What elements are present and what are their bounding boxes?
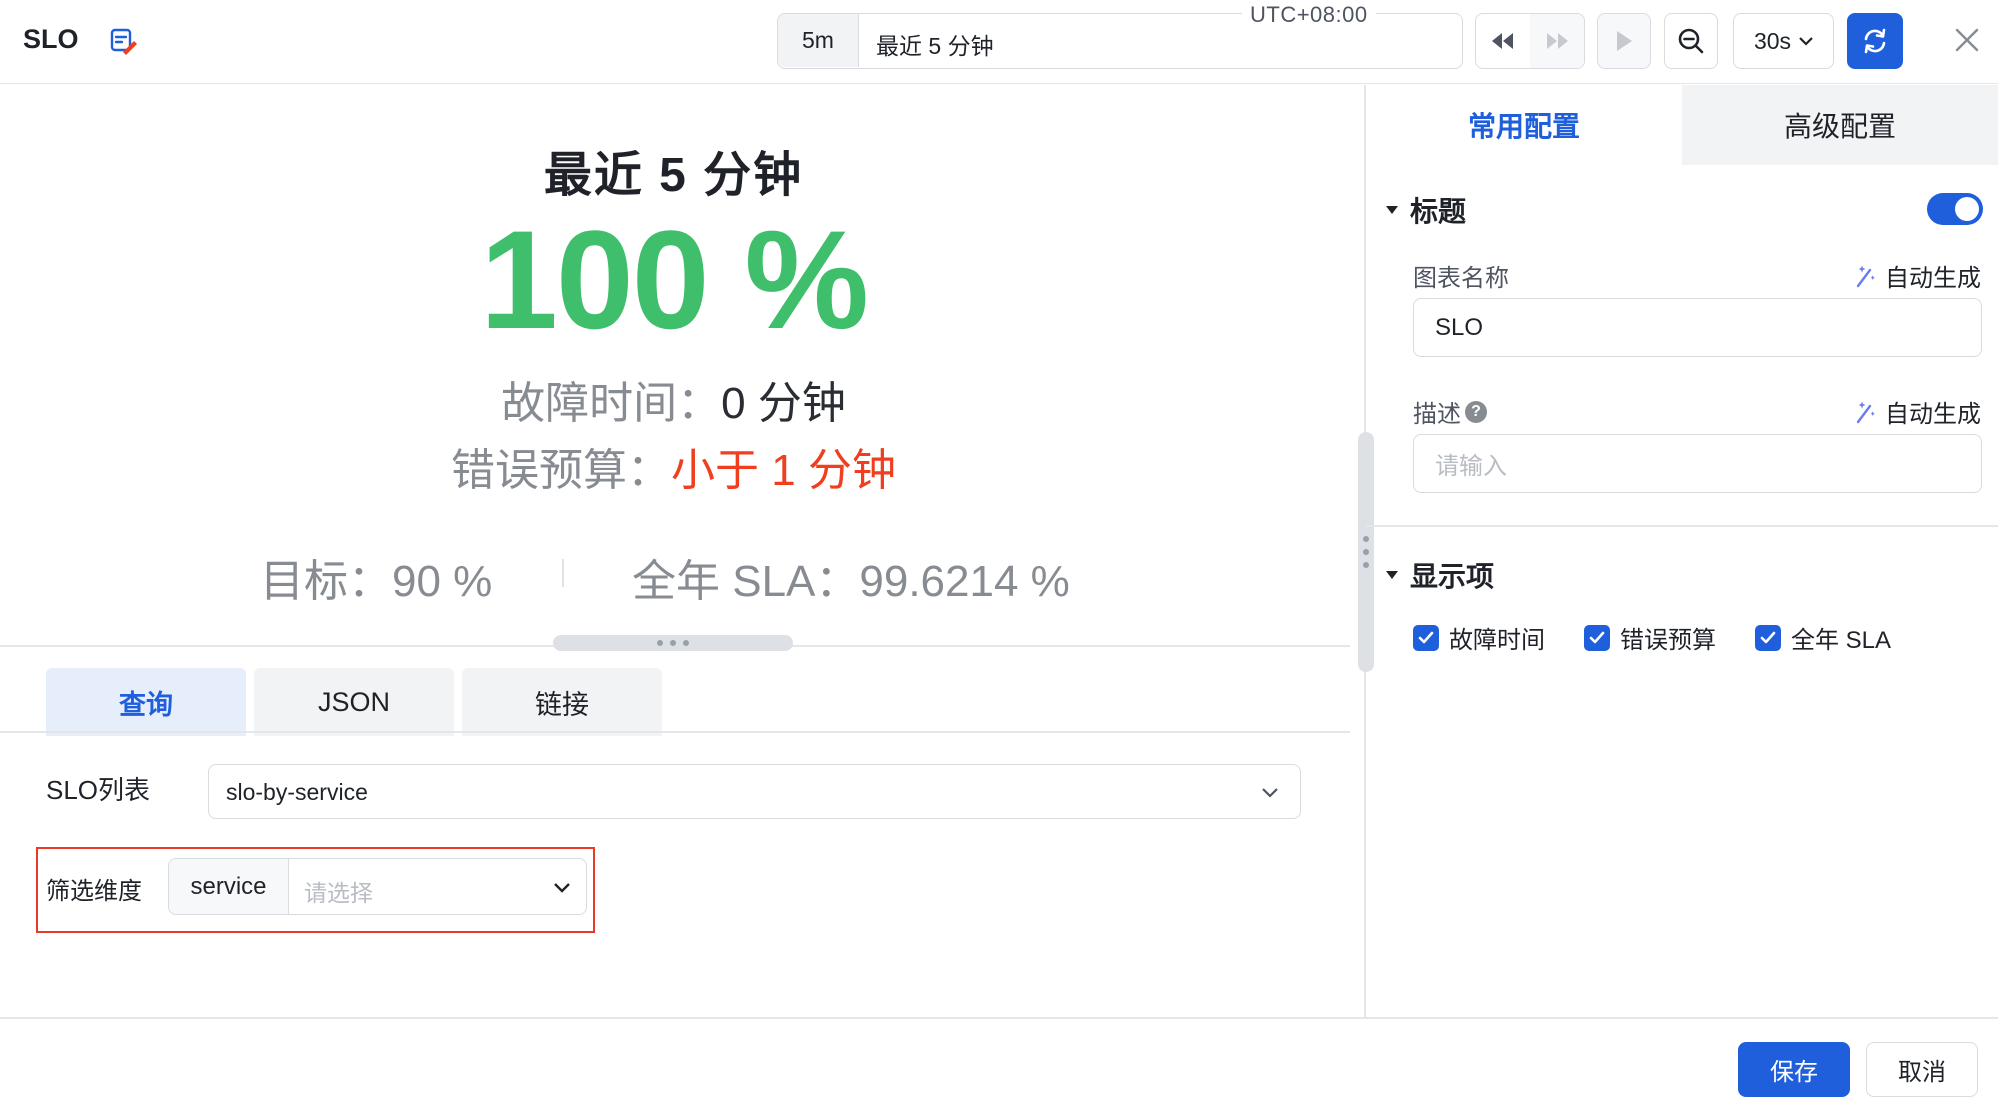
chevron-down-icon: [554, 883, 570, 893]
filter-dimension-placeholder: 请选择: [304, 880, 373, 906]
slo-list-select[interactable]: slo-by-service: [208, 764, 1301, 819]
chart-name-input[interactable]: SLO: [1413, 298, 1982, 357]
error-budget-value: 小于 1 分钟: [671, 446, 896, 495]
config-divider: [1366, 525, 1998, 527]
magic-wand-icon: [1856, 401, 1875, 423]
auto-generate-name-button[interactable]: 自动生成: [1855, 258, 1981, 293]
checkbox-checked-icon: [1413, 624, 1439, 651]
panel-title: SLO: [23, 24, 79, 54]
filter-dimension-label: 筛选维度: [46, 878, 142, 905]
downtime-label: 故障时间：: [501, 379, 722, 428]
checkbox-checked-icon: [1584, 624, 1610, 651]
play-icon[interactable]: [1597, 13, 1651, 69]
description-input[interactable]: 请输入: [1413, 434, 1982, 493]
refresh-button[interactable]: [1847, 13, 1903, 69]
stat-divider: [562, 559, 564, 587]
tabs-divider: [0, 731, 1350, 733]
downtime-value: 0 分钟: [721, 379, 846, 428]
close-icon[interactable]: [1954, 27, 1980, 53]
checkbox-label: 全年 SLA: [1791, 627, 1892, 654]
target-value: 90 %: [392, 557, 493, 606]
auto-generate-label: 自动生成: [1885, 265, 1981, 292]
checkbox-error-budget[interactable]: 错误预算: [1584, 620, 1716, 655]
checkbox-checked-icon: [1755, 624, 1781, 651]
resize-handle-vertical[interactable]: [1358, 432, 1374, 672]
display-section-heading: 显示项: [1410, 561, 1495, 592]
dashboard-edit-icon[interactable]: [108, 26, 138, 56]
magic-wand-icon: [1856, 265, 1875, 287]
zoom-out-icon[interactable]: [1664, 13, 1718, 69]
time-range-quick[interactable]: 5m: [778, 14, 859, 67]
target-stat: 目标：90 %: [260, 545, 492, 609]
slo-value: 100 %: [480, 201, 869, 358]
caret-down-icon: [1386, 206, 1398, 214]
checkbox-label: 错误预算: [1620, 627, 1716, 654]
chevron-down-icon: [1799, 37, 1813, 46]
target-label: 目标：: [260, 557, 392, 606]
slo-preview: 最近 5 分钟 100 % 故障时间：0 分钟 错误预算：小于 1 分钟 目标：…: [0, 85, 1365, 651]
tab-link[interactable]: 链接: [462, 668, 662, 736]
resize-handle-horizontal[interactable]: [553, 635, 793, 651]
filter-dimension-key: service: [169, 859, 289, 914]
checkbox-downtime[interactable]: 故障时间: [1413, 620, 1545, 655]
slo-period: 最近 5 分钟: [543, 149, 804, 202]
time-shift-group: [1475, 13, 1585, 69]
toggle-knob: [1955, 197, 1979, 221]
display-section-header[interactable]: 显示项: [1386, 555, 1494, 595]
chevron-down-icon: [1262, 788, 1278, 798]
rewind-icon[interactable]: [1476, 14, 1530, 68]
description-label-row: 描述 ?: [1413, 394, 1487, 429]
tab-advanced-config[interactable]: 高级配置: [1682, 85, 1998, 165]
time-range-picker[interactable]: 5m 最近 5 分钟 UTC+08:00: [777, 2, 1463, 69]
tab-json[interactable]: JSON: [254, 668, 454, 736]
checkbox-annual-sla[interactable]: 全年 SLA: [1755, 620, 1891, 655]
checkbox-label: 故障时间: [1449, 627, 1545, 654]
tab-common-config[interactable]: 常用配置: [1366, 85, 1682, 165]
annual-sla-stat: 全年 SLA：99.6214 %: [632, 545, 1070, 609]
auto-generate-desc-button[interactable]: 自动生成: [1855, 394, 1981, 429]
filter-dimension-select[interactable]: service 请选择: [168, 858, 587, 915]
timezone-label: UTC+08:00: [1242, 2, 1376, 28]
title-section-heading: 标题: [1410, 196, 1467, 227]
refresh-interval-value: 30s: [1753, 27, 1792, 54]
auto-generate-label: 自动生成: [1885, 401, 1981, 428]
config-tabs: 常用配置 高级配置: [1366, 85, 1998, 165]
fast-forward-icon[interactable]: [1530, 14, 1584, 68]
footer-bar: [0, 1017, 1998, 1112]
refresh-interval-select[interactable]: 30s: [1733, 13, 1834, 69]
slo-list-value: slo-by-service: [226, 779, 368, 805]
description-label: 描述: [1413, 401, 1461, 428]
downtime-row: 故障时间：0 分钟: [0, 367, 1347, 431]
chart-name-label: 图表名称: [1413, 265, 1509, 292]
title-toggle[interactable]: [1927, 193, 1983, 225]
annual-sla-label: 全年 SLA：: [632, 557, 860, 606]
cancel-button[interactable]: 取消: [1866, 1042, 1978, 1097]
time-range-label[interactable]: 最近 5 分钟: [876, 27, 994, 61]
error-budget-row: 错误预算：小于 1 分钟: [0, 434, 1347, 498]
tab-query[interactable]: 查询: [46, 668, 246, 736]
save-button[interactable]: 保存: [1738, 1042, 1850, 1097]
caret-down-icon: [1386, 571, 1398, 579]
annual-sla-value: 99.6214 %: [859, 557, 1070, 606]
error-budget-label: 错误预算：: [451, 446, 672, 495]
help-icon[interactable]: ?: [1465, 400, 1487, 423]
title-section-header[interactable]: 标题: [1386, 190, 1466, 230]
top-toolbar: SLO 5m 最近 5 分钟 UTC+08:00 30s: [0, 0, 1998, 84]
slo-list-label: SLO列表: [46, 775, 151, 805]
refresh-icon: [1864, 28, 1886, 54]
